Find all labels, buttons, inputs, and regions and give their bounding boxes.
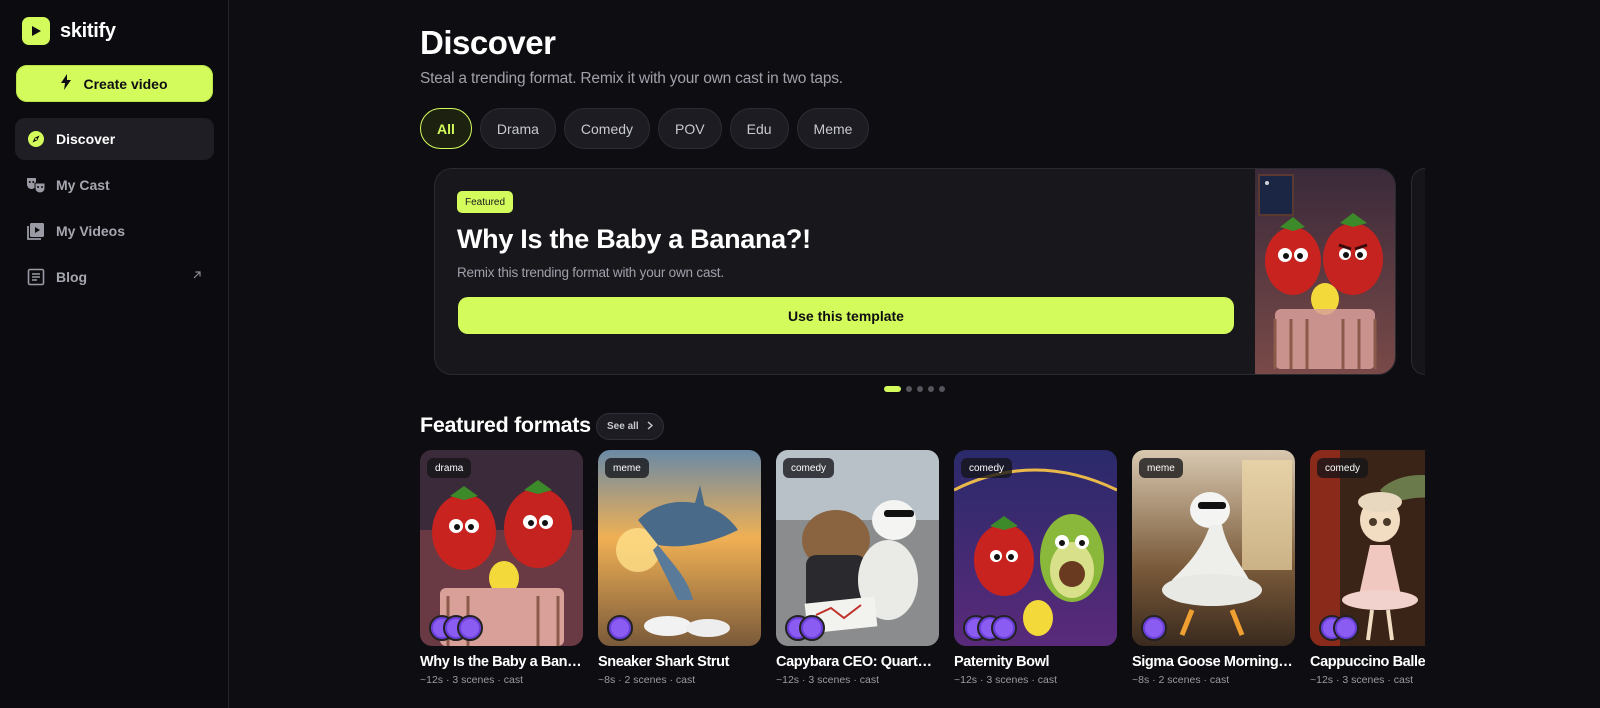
- sidebar-item-blog[interactable]: Blog: [15, 256, 214, 298]
- sidebar-item-label: My Videos: [56, 223, 125, 239]
- filter-chip-meme[interactable]: Meme: [796, 108, 870, 149]
- theater-masks-icon: [26, 175, 46, 195]
- card-meta: ~12s · 3 scenes · cast: [954, 674, 1058, 686]
- create-video-label: Create video: [83, 75, 168, 92]
- app-root: skitify Create video Discover My Cast My…: [0, 0, 1600, 708]
- video-library-icon: [26, 221, 46, 241]
- carousel-dot[interactable]: [928, 386, 934, 392]
- format-card[interactable]: comedy Cappuccino Ballerina ~12s · 3 sce…: [1310, 450, 1425, 686]
- card-meta: ~8s · 2 scenes · cast: [598, 674, 696, 686]
- format-card[interactable]: comedy Paternity Bowl ~12s · 3 scenes · …: [954, 450, 1117, 686]
- filter-chip-comedy[interactable]: Comedy: [563, 108, 651, 149]
- carousel-dots: [884, 386, 945, 392]
- avatar: [991, 615, 1017, 641]
- sidebar-item-my-cast[interactable]: My Cast: [15, 164, 214, 206]
- card-meta: ~12s · 3 scenes · cast: [776, 674, 880, 686]
- card-meta: ~12s · 3 scenes · cast: [1310, 674, 1414, 686]
- format-card[interactable]: meme Sneaker Shark Strut ~8s · 2 scenes …: [598, 450, 761, 686]
- cast-avatars: [1319, 615, 1359, 641]
- format-thumbnail[interactable]: comedy: [954, 450, 1117, 646]
- featured-hero-card: Featured Why Is the Baby a Banana?! Remi…: [434, 168, 1396, 375]
- article-icon: [26, 267, 46, 287]
- use-template-button[interactable]: Use this template: [458, 297, 1234, 334]
- carousel-dot[interactable]: [884, 386, 901, 392]
- see-all-button[interactable]: See all: [596, 413, 664, 440]
- lightning-icon: [61, 74, 72, 93]
- card-title: Cappuccino Ballerina: [1310, 654, 1425, 670]
- avatar: [457, 615, 483, 641]
- filter-chip-all[interactable]: All: [420, 108, 472, 149]
- format-card[interactable]: meme Sigma Goose Morning Routine ~8s · 2…: [1132, 450, 1295, 686]
- card-category-tag: comedy: [961, 458, 1013, 478]
- cast-avatars: [785, 615, 825, 641]
- sidebar-item-label: Blog: [56, 269, 88, 285]
- create-video-button[interactable]: Create video: [16, 65, 213, 102]
- cast-avatars: [963, 615, 1017, 641]
- card-title: Sigma Goose Morning Routine: [1132, 654, 1295, 670]
- compass-icon: [26, 129, 46, 149]
- cast-avatars: [1141, 615, 1167, 641]
- card-title: Paternity Bowl: [954, 654, 1050, 670]
- carousel-dot[interactable]: [939, 386, 945, 392]
- avatar: [1141, 615, 1167, 641]
- sidebar-nav: Discover My Cast My Videos Blog: [15, 118, 214, 302]
- format-thumbnail[interactable]: drama: [420, 450, 583, 646]
- cast-avatars: [429, 615, 483, 641]
- format-thumbnail[interactable]: comedy: [776, 450, 939, 646]
- cast-avatars: [607, 615, 633, 641]
- format-thumbnail[interactable]: meme: [598, 450, 761, 646]
- see-all-label: See all: [607, 421, 639, 432]
- brand-name: skitify: [60, 19, 116, 42]
- chevron-right-icon: [647, 420, 653, 433]
- card-category-tag: meme: [1139, 458, 1183, 478]
- featured-formats-row: drama Why Is the Baby a Banana?! ~12s · …: [420, 450, 1425, 690]
- card-meta: ~8s · 2 scenes · cast: [1132, 674, 1230, 686]
- card-title: Capybara CEO: Quarterly Panic: [776, 654, 939, 670]
- card-category-tag: comedy: [783, 458, 835, 478]
- page-title: Discover: [420, 24, 556, 61]
- sidebar: skitify Create video Discover My Cast My…: [0, 0, 229, 708]
- avatar: [799, 615, 825, 641]
- next-slide-peek[interactable]: [1411, 168, 1425, 375]
- card-title: Sneaker Shark Strut: [598, 654, 730, 670]
- sidebar-item-label: My Cast: [56, 177, 110, 193]
- carousel-dot[interactable]: [917, 386, 923, 392]
- format-thumbnail[interactable]: comedy: [1310, 450, 1425, 646]
- carousel-dot[interactable]: [906, 386, 912, 392]
- external-link-icon: [192, 269, 202, 283]
- format-card[interactable]: comedy Capybara CEO: Quarterly Panic ~12…: [776, 450, 939, 686]
- card-title: Why Is the Baby a Banana?!: [420, 654, 583, 670]
- format-card[interactable]: drama Why Is the Baby a Banana?! ~12s · …: [420, 450, 583, 686]
- sidebar-item-discover[interactable]: Discover: [15, 118, 214, 160]
- section-title-featured: Featured formats: [420, 413, 591, 437]
- page-subtitle: Steal a trending format. Remix it with y…: [420, 70, 843, 87]
- filter-chip-pov[interactable]: POV: [658, 108, 722, 149]
- sidebar-item-my-videos[interactable]: My Videos: [15, 210, 214, 252]
- format-thumbnail[interactable]: meme: [1132, 450, 1295, 646]
- featured-badge: Featured: [457, 191, 514, 213]
- hero-thumbnail-image[interactable]: [1255, 169, 1395, 374]
- filter-chip-edu[interactable]: Edu: [729, 108, 789, 149]
- hero-subtitle: Remix this trending format with your own…: [457, 265, 724, 280]
- card-category-tag: comedy: [1317, 458, 1369, 478]
- play-logo-icon: [22, 17, 50, 45]
- filter-chips: All Drama Comedy POV Edu Meme: [420, 108, 870, 149]
- card-category-tag: meme: [605, 458, 649, 478]
- brand[interactable]: skitify: [22, 17, 116, 45]
- card-category-tag: drama: [427, 458, 472, 478]
- hero-title: Why Is the Baby a Banana?!: [457, 224, 811, 254]
- sidebar-item-label: Discover: [56, 131, 116, 147]
- card-meta: ~12s · 3 scenes · cast: [420, 674, 524, 686]
- avatar: [1333, 615, 1359, 641]
- filter-chip-drama[interactable]: Drama: [479, 108, 556, 149]
- avatar: [607, 615, 633, 641]
